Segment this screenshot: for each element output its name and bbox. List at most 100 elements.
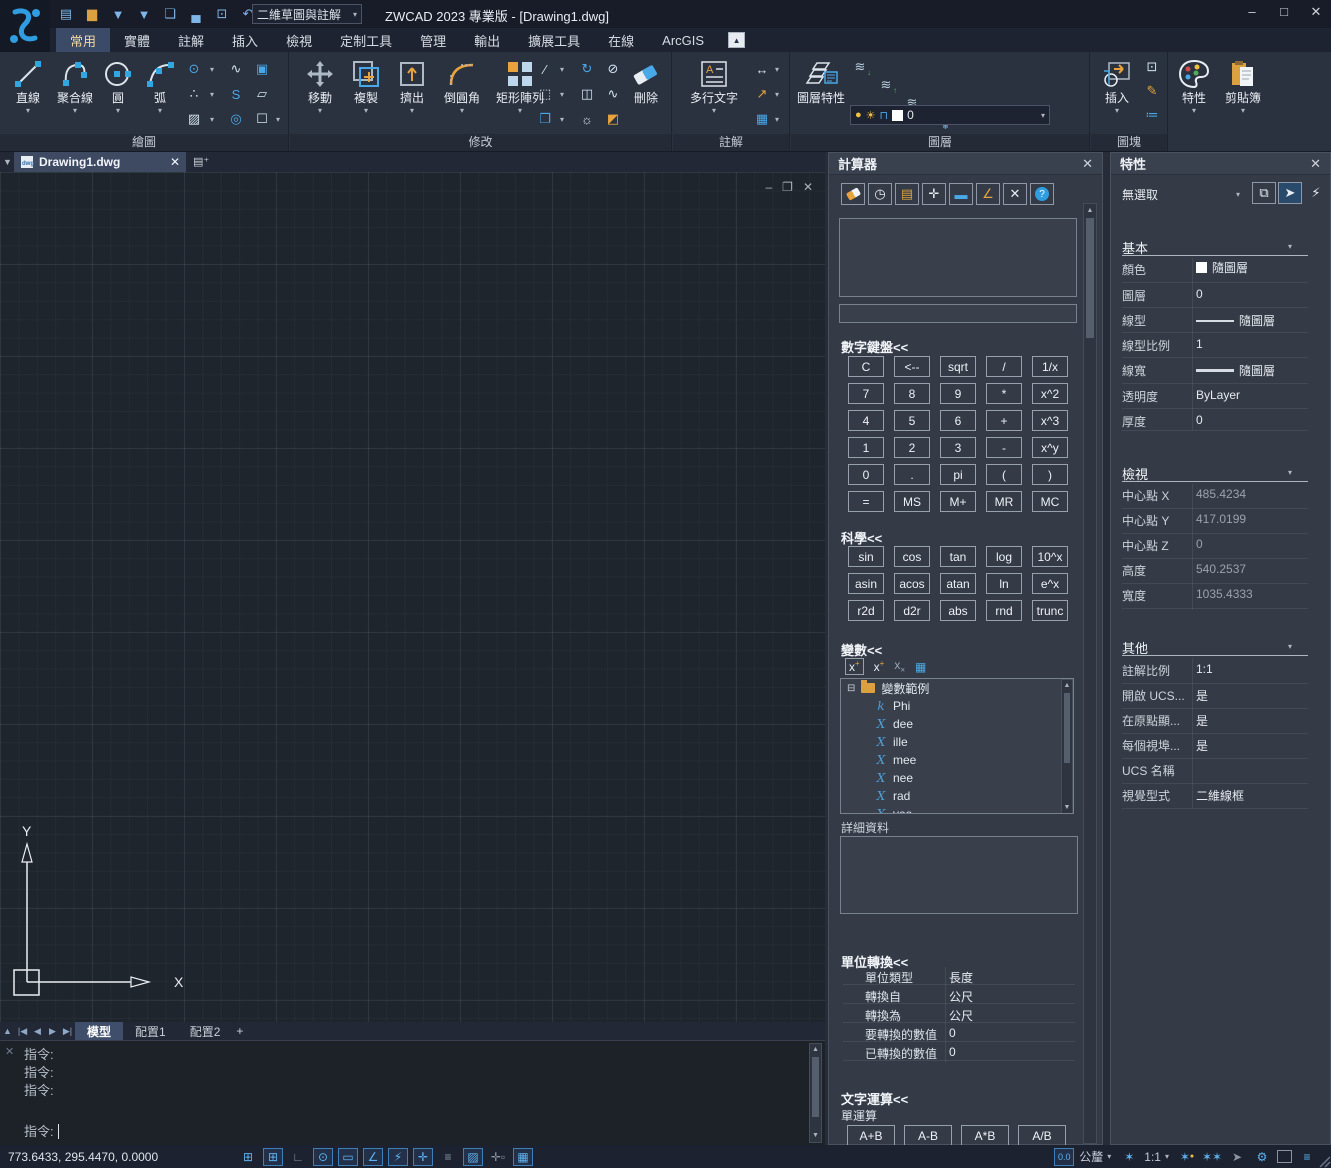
resize-grip[interactable] [1317, 1154, 1331, 1168]
ellipse-caret-icon[interactable]: ▾ [210, 65, 218, 74]
hatch-icon[interactable]: ▨ [185, 110, 203, 128]
insert-button[interactable]: 插入▾ [1095, 56, 1139, 118]
properties-title-bar[interactable]: 特性 ✕ [1111, 153, 1330, 175]
stretch-icon[interactable]: ⬚ [536, 85, 554, 103]
calc-key-d2r[interactable]: d2r [894, 600, 930, 621]
revision-cloud-icon[interactable]: ∿ [227, 60, 245, 78]
command-window[interactable]: ✕ 指令: 指令: 指令: 指令: ▲ ▼ [0, 1040, 825, 1145]
calculator-scrollbar[interactable]: ▲ [1083, 203, 1097, 1144]
clipboard-button[interactable]: 剪貼簿▾ [1216, 56, 1270, 118]
trim-icon[interactable]: ∕ [536, 60, 554, 78]
scientific-header[interactable]: 科學<< [841, 528, 882, 547]
variables-scrollbar[interactable]: ▲ ▼ [1061, 679, 1073, 814]
color-value[interactable]: 隨圖層 [1196, 259, 1248, 276]
calc-key-10x[interactable]: 10^x [1032, 546, 1068, 567]
tab-home[interactable]: 常用 [56, 28, 110, 52]
transparency-icon[interactable]: ▨ [463, 1148, 483, 1166]
dynamic-ucs-icon[interactable]: ✛ [413, 1148, 433, 1166]
calc-key-rnd[interactable]: rnd [986, 600, 1022, 621]
calc-key-backspace[interactable]: <-- [894, 356, 930, 377]
thickness-value[interactable]: 0 [1196, 413, 1203, 427]
quick-select-icon[interactable]: ⧉ [1252, 182, 1276, 204]
ucs-per-viewport-value[interactable]: 是 [1196, 737, 1208, 754]
calc-key-plus[interactable]: + [986, 410, 1022, 431]
leader-icon[interactable]: ↗ [753, 85, 771, 103]
annotation-scale-label[interactable]: 1:1 [1144, 1150, 1161, 1164]
variable-item[interactable]: kPhi [841, 697, 1073, 715]
donut-icon[interactable]: ◎ [227, 110, 245, 128]
clear-icon[interactable] [841, 183, 865, 205]
calc-key-sin[interactable]: sin [848, 546, 884, 567]
calc-key-minus[interactable]: - [986, 437, 1022, 458]
table-caret-icon[interactable]: ▾ [775, 115, 783, 124]
selection-cycling-icon[interactable]: ✛▫ [488, 1148, 508, 1166]
calc-key-equals[interactable]: = [848, 491, 884, 512]
calc-key-4[interactable]: 4 [848, 410, 884, 431]
layer-bulb-icon[interactable]: ● [855, 109, 862, 121]
cursor-badge-icon[interactable]: ➤ [1227, 1148, 1247, 1166]
units-icon[interactable]: 0.0 [1054, 1148, 1074, 1166]
textop-adivb-button[interactable]: A/B [1018, 1125, 1066, 1146]
mtext-button[interactable]: A 多行文字▾ [685, 56, 743, 118]
select-objects-icon[interactable]: ➤ [1278, 182, 1302, 204]
calculator-title-bar[interactable]: 計算器 ✕ [829, 153, 1102, 175]
new-document-tab-icon[interactable]: ▤⁺ [193, 155, 209, 168]
calc-key-6[interactable]: 6 [940, 410, 976, 431]
polar-tracking-icon[interactable]: ⊙ [313, 1148, 333, 1166]
trim-caret-icon[interactable]: ▾ [560, 65, 568, 74]
dimension-icon[interactable]: ↔ [753, 60, 771, 78]
calc-key-cube[interactable]: x^3 [1032, 410, 1068, 431]
properties-palette-button[interactable]: 特性▾ [1172, 56, 1216, 118]
calc-key-5[interactable]: 5 [894, 410, 930, 431]
linetype-scale-value[interactable]: 1 [1196, 337, 1203, 351]
hatch-caret-icon[interactable]: ▾ [210, 115, 218, 124]
command-prompt[interactable]: 指令: [24, 1121, 62, 1140]
table-icon[interactable]: ▦ [753, 110, 771, 128]
annotation-scale-caret-icon[interactable]: ▾ [1165, 1152, 1169, 1161]
calc-key-tan[interactable]: tan [940, 546, 976, 567]
delete-variable-icon[interactable]: x× [894, 658, 905, 674]
variable-item[interactable]: Xdee [841, 715, 1073, 733]
ellipse-icon[interactable]: ⊙ [185, 60, 203, 78]
rotate-icon[interactable]: ↻ [578, 60, 596, 78]
erase-button[interactable]: 刪除 [624, 56, 668, 118]
dynamic-input-icon[interactable]: ⚡ [388, 1148, 408, 1166]
calc-key-r2d[interactable]: r2d [848, 600, 884, 621]
converted-value-value[interactable]: 0 [949, 1045, 956, 1059]
calc-key-log[interactable]: log [986, 546, 1022, 567]
layer-make-current-icon[interactable]: ≋↓ [851, 58, 869, 76]
layer-lock-state-icon[interactable]: ⊓ [880, 109, 889, 122]
calc-key-2[interactable]: 2 [894, 437, 930, 458]
calc-key-close-paren[interactable]: ) [1032, 464, 1068, 485]
spline-icon[interactable]: S [227, 85, 245, 103]
move-button[interactable]: 移動▾ [298, 56, 342, 118]
doc-list-caret-icon[interactable]: ▼ [3, 157, 12, 167]
linetype-value[interactable]: 隨圖層 [1196, 312, 1275, 329]
arc-button[interactable]: 弧▾ [140, 56, 180, 118]
calc-key-pi[interactable]: pi [940, 464, 976, 485]
status-menu-icon[interactable]: ≡ [1297, 1148, 1317, 1166]
boundary-icon[interactable]: ☐ [253, 110, 271, 128]
tab-layout2[interactable]: 配置2 [178, 1022, 233, 1040]
selection-caret-icon[interactable]: ▾ [1236, 190, 1240, 199]
tab-manage[interactable]: 管理 [406, 28, 460, 52]
transparency-value[interactable]: ByLayer [1196, 388, 1240, 402]
calc-key-acos[interactable]: acos [894, 573, 930, 594]
doc-restore-icon[interactable]: ❐ [782, 180, 793, 194]
calc-help-icon[interactable]: ? [1030, 183, 1054, 205]
annotation-visibility-icon[interactable]: ✶● [1177, 1148, 1197, 1166]
workspace-select[interactable]: 二維草圖與註解 ▾ [252, 4, 362, 24]
tab-annotate[interactable]: 註解 [164, 28, 218, 52]
tab-view[interactable]: 檢視 [272, 28, 326, 52]
polyline-button[interactable]: 聚合線▾ [50, 56, 100, 118]
plot-preview-icon[interactable]: ⊡ [212, 4, 232, 24]
doc-minimize-icon[interactable]: – [765, 180, 772, 194]
tab-arcgis[interactable]: ArcGIS [648, 28, 718, 52]
variable-item[interactable]: Xrad [841, 787, 1073, 805]
prev-layout-icon[interactable]: ◀ [30, 1022, 45, 1040]
annotation-scale-value[interactable]: 1:1 [1196, 662, 1213, 676]
polygon-icon[interactable]: ▱ [253, 85, 271, 103]
grid-icon[interactable]: ⊞ [238, 1148, 258, 1166]
save-as-icon[interactable]: ▼ [134, 4, 154, 24]
edit-block-icon[interactable]: ✎ [1143, 82, 1161, 100]
